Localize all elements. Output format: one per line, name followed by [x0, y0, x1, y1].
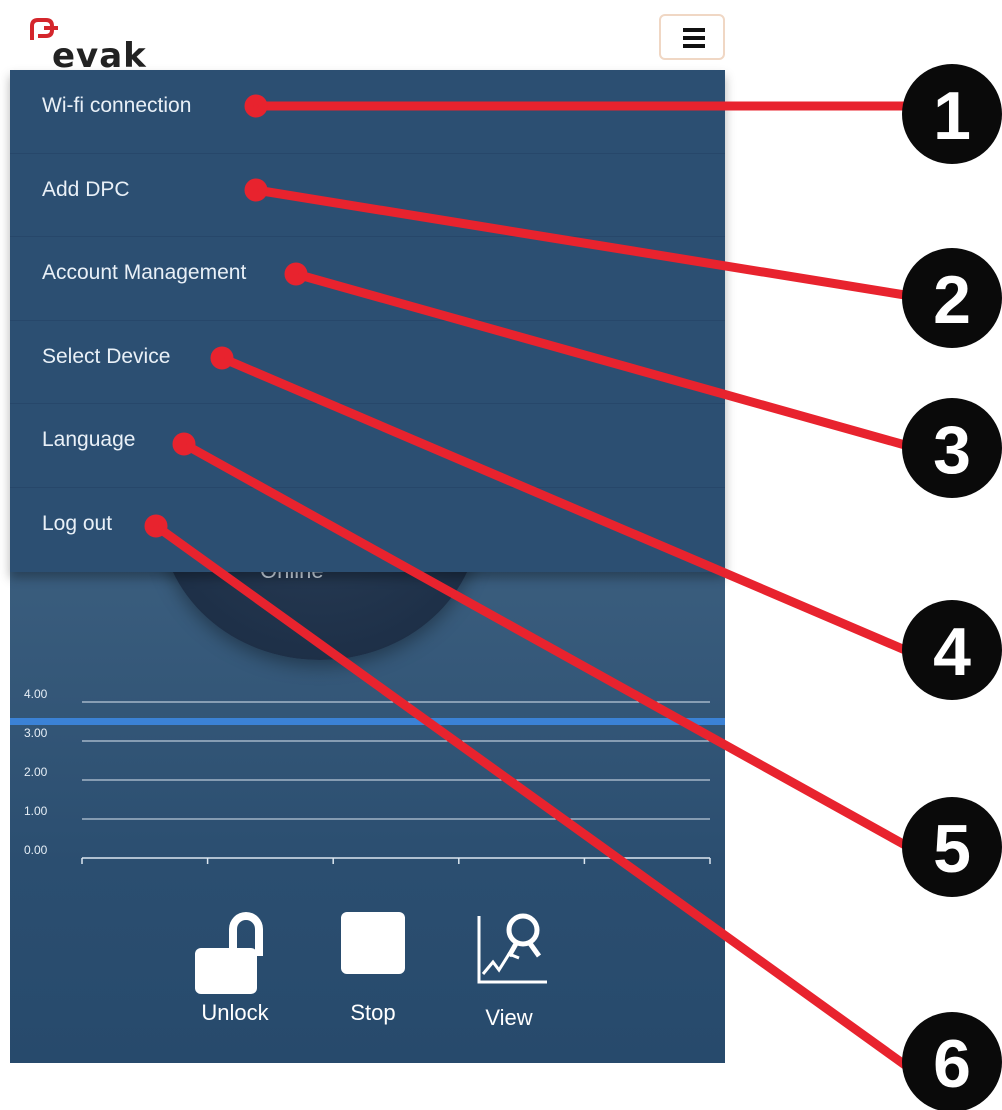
- callout-number: 2: [933, 262, 971, 338]
- chart-y-tick-label: 0.00: [24, 843, 48, 857]
- hamburger-menu-button[interactable]: [659, 14, 725, 60]
- chart-y-tick-label: 3.00: [24, 726, 48, 740]
- menu-item-language[interactable]: Language: [10, 404, 725, 488]
- menu-item-select-device[interactable]: Select Device: [10, 321, 725, 405]
- unlock-label: Unlock: [201, 1000, 269, 1025]
- callout-6: 6: [902, 1012, 1002, 1110]
- callout-4: 4: [902, 600, 1002, 700]
- unlock-icon: [195, 910, 275, 994]
- chart-y-tick-label: 4.00: [24, 687, 48, 701]
- brand-logo: evak: [24, 14, 146, 76]
- menu-item-account-management[interactable]: Account Management: [10, 237, 725, 321]
- callout-5: 5: [902, 797, 1002, 897]
- stop-icon: [328, 910, 418, 994]
- menu-item-add-dpc[interactable]: Add DPC: [10, 154, 725, 238]
- callout-number: 5: [933, 811, 971, 887]
- callout-number: 4: [933, 614, 971, 690]
- menu-item-log-out[interactable]: Log out: [10, 488, 725, 572]
- chart-y-tick-label: 2.00: [24, 765, 48, 779]
- chart-y-tick-label: 1.00: [24, 804, 48, 818]
- callout-2: 2: [902, 248, 1002, 348]
- callout-1: 1: [902, 64, 1002, 164]
- callout-number: 3: [933, 412, 971, 488]
- action-bar: Unlock Stop View: [10, 910, 725, 1030]
- navigation-menu: Wi-fi connection Add DPC Account Managem…: [10, 70, 725, 572]
- stop-button[interactable]: Stop: [328, 910, 418, 1026]
- menu-item-wifi-connection[interactable]: Wi-fi connection: [10, 70, 725, 154]
- view-label: View: [485, 1005, 533, 1030]
- view-button[interactable]: View: [464, 910, 554, 1031]
- stop-label: Stop: [350, 1000, 396, 1025]
- chart-search-icon: [477, 913, 547, 984]
- unlock-button[interactable]: Unlock: [190, 910, 280, 1026]
- callout-3: 3: [902, 398, 1002, 498]
- callout-number: 6: [933, 1026, 971, 1102]
- callout-number: 1: [933, 78, 971, 154]
